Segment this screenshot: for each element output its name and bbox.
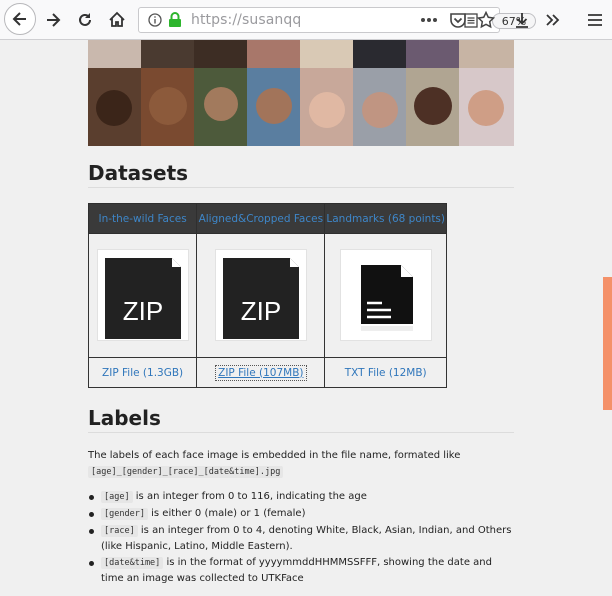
- back-button[interactable]: [4, 3, 36, 35]
- date-time-code: [date&time]: [101, 557, 164, 569]
- age-description: is an integer from 0 to 116, indicating …: [132, 491, 367, 502]
- column-header-in-the-wild: In-the-wild Faces: [87, 203, 198, 234]
- info-icon[interactable]: [148, 13, 162, 27]
- landmarks-icon-cell: [324, 233, 447, 358]
- race-description: is an integer from 0 to 4, denoting Whit…: [101, 525, 512, 552]
- pocket-button[interactable]: [443, 4, 473, 36]
- txt-file-icon[interactable]: [339, 248, 432, 341]
- bookmark-button[interactable]: [471, 4, 501, 36]
- datasets-header-row: In-the-wild Faces Aligned&Cropped Faces …: [87, 203, 447, 234]
- overflow-icon: [546, 14, 560, 26]
- zip-file-icon-graphic: ZIP: [104, 257, 181, 339]
- labels-divider: [88, 432, 514, 433]
- labels-format-line: [age]_[gender]_[race]_[date&time].jpg: [88, 464, 284, 480]
- gender-description: is either 0 (male) or 1 (female): [147, 508, 306, 519]
- link-aligned-cropped-zip-text[interactable]: ZIP File (107MB): [215, 364, 307, 381]
- label-item-race: [race] is an integer from 0 to 4, denoti…: [101, 523, 517, 555]
- zip-label: ZIP: [241, 296, 281, 326]
- zip-file-icon-graphic: ZIP: [222, 257, 299, 339]
- link-aligned-cropped-zip[interactable]: ZIP File (107MB): [196, 357, 326, 388]
- datasets-divider: [88, 187, 514, 188]
- datasets-table: In-the-wild Faces Aligned&Cropped Faces …: [87, 203, 447, 388]
- link-in-the-wild-zip-text[interactable]: ZIP File (1.3GB): [102, 367, 183, 379]
- zip-file-icon[interactable]: ZIP: [214, 248, 307, 341]
- bullet: [89, 512, 94, 517]
- column-header-landmarks: Landmarks (68 points): [324, 203, 447, 234]
- main-menu-button[interactable]: [580, 4, 610, 36]
- reload-button[interactable]: [70, 4, 100, 36]
- race-code: [race]: [101, 525, 138, 537]
- url-text[interactable]: https://susanqq: [191, 12, 301, 28]
- bookmark-star-icon: [477, 11, 495, 29]
- downloads-button[interactable]: [507, 4, 537, 36]
- bullet: [89, 529, 94, 534]
- forward-button[interactable]: [38, 4, 68, 36]
- link-in-the-wild-zip[interactable]: ZIP File (1.3GB): [87, 357, 198, 388]
- aligned-cropped-icon-cell: ZIP: [196, 233, 326, 358]
- datasets-link-row: ZIP File (1.3GB) ZIP File (107MB) TXT Fi…: [87, 357, 447, 388]
- age-code: [age]: [101, 491, 133, 503]
- datasets-icon-row: ZIP ZIP: [87, 233, 447, 358]
- link-landmarks-txt-text[interactable]: TXT File (12MB): [345, 367, 427, 379]
- more-icon: [421, 18, 437, 22]
- zip-label: ZIP: [122, 296, 162, 326]
- back-icon: [12, 12, 26, 26]
- labels-heading: Labels: [88, 406, 161, 430]
- scrollbar-thumb[interactable]: [603, 277, 612, 410]
- bullet: [89, 495, 94, 500]
- format-code: [age]_[gender]_[race]_[date&time].jpg: [88, 466, 284, 478]
- face-mosaic-image: [88, 40, 514, 146]
- home-button[interactable]: [102, 4, 132, 36]
- column-header-aligned-cropped: Aligned&Cropped Faces: [196, 203, 326, 234]
- home-icon: [109, 11, 125, 27]
- datasets-heading: Datasets: [88, 161, 189, 185]
- forward-icon: [47, 13, 61, 27]
- label-item-gender: [gender] is either 0 (male) or 1 (female…: [101, 506, 517, 522]
- overflow-button[interactable]: [538, 4, 568, 36]
- pocket-icon: [450, 13, 466, 28]
- page-content: Datasets In-the-wild Faces Aligned&Cropp…: [0, 40, 598, 596]
- reload-icon: [79, 13, 91, 26]
- browser-toolbar: https://susanqq 67%: [0, 0, 612, 40]
- menu-icon: [588, 14, 602, 26]
- labels-intro: The labels of each face image is embedde…: [88, 450, 461, 461]
- in-the-wild-icon-cell: ZIP: [87, 233, 198, 358]
- download-icon: [516, 13, 528, 28]
- page-actions-button[interactable]: [414, 4, 444, 36]
- zip-file-icon[interactable]: ZIP: [96, 248, 189, 341]
- link-landmarks-txt[interactable]: TXT File (12MB): [324, 357, 447, 388]
- lock-icon: [169, 12, 181, 27]
- label-item-age: [age] is an integer from 0 to 116, indic…: [101, 489, 517, 505]
- label-item-date-time: [date&time] is in the format of yyyymmdd…: [101, 555, 517, 587]
- gender-code: [gender]: [101, 508, 148, 520]
- bullet: [89, 561, 94, 566]
- txt-file-icon-graphic: [360, 264, 413, 331]
